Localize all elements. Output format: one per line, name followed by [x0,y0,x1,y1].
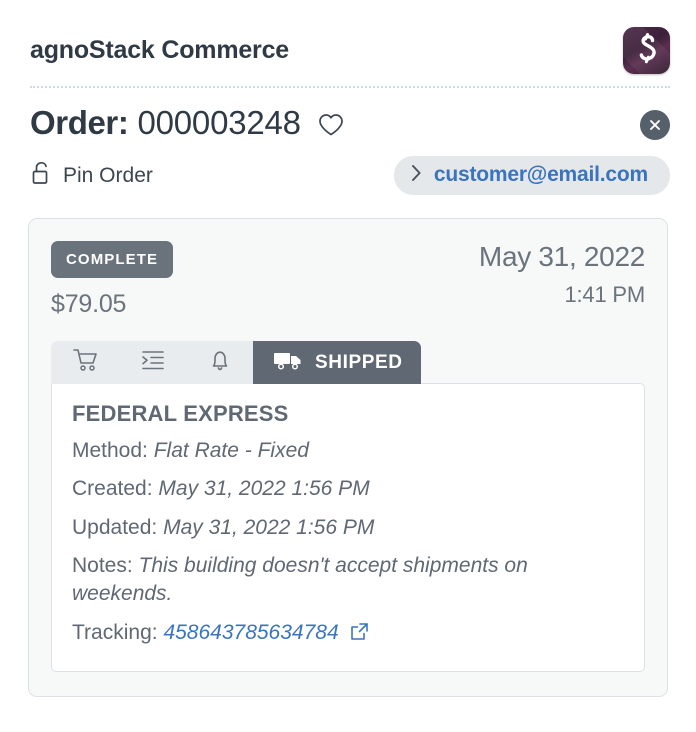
brand-title: agnoStack Commerce [30,35,289,64]
order-total: $79.05 [51,290,127,318]
customer-email-text: customer@email.com [433,163,648,186]
tab-cart[interactable] [51,341,119,384]
tab-items[interactable] [119,341,187,384]
tab-notifications[interactable] [187,341,253,384]
shipment-method-row: Method: Flat Rate - Fixed [72,437,624,465]
carrier-name: FEDERAL EXPRESS [72,401,289,426]
order-summary-right: May 31, 2022 1:41 PM [479,241,645,308]
pin-email-row: Pin Order customer@email.com [0,142,696,195]
pin-order-button[interactable]: Pin Order [30,160,153,191]
shopping-cart-icon [72,348,98,377]
shipment-updated-row: Updated: May 31, 2022 1:56 PM [72,514,624,542]
shipment-tracking-row: Tracking: 458643785634784 [72,619,624,649]
shipment-details-panel: FEDERAL EXPRESS Method: Flat Rate - Fixe… [51,383,645,673]
list-indent-icon [140,348,166,377]
order-date: May 31, 2022 [478,241,645,272]
chevron-right-icon [411,164,422,187]
shipment-tracking-label: Tracking: [72,620,158,644]
tab-shipped-label: SHIPPED [315,351,403,373]
shipment-method-label: Method: [72,439,148,462]
customer-email-link[interactable]: customer@email.com [393,156,670,195]
order-summary-left: COMPLETE $79.05 [51,241,174,319]
order-tabs: SHIPPED [51,341,645,384]
order-summary-card: COMPLETE $79.05 May 31, 2022 1:41 PM SHI… [28,218,668,698]
shipment-created-value: May 31, 2022 1:56 PM [158,477,370,501]
shipment-created-label: Created: [72,477,153,501]
shipment-tracking-link[interactable]: 458643785634784 [163,621,338,644]
order-time: 1:41 PM [564,282,645,308]
tab-shipped[interactable]: SHIPPED [253,341,421,384]
external-link-icon[interactable] [350,621,369,649]
shipment-notes-label: Notes: [72,554,133,578]
brand-header: agnoStack Commerce [0,0,696,78]
order-title-group: Order: 000003248 [30,104,344,142]
page-title: Order: [30,104,129,141]
shipment-notes-value: This building doesn't accept shipments o… [72,554,528,606]
unlock-icon [30,160,52,191]
bell-icon [208,348,232,377]
shipment-created-row: Created: May 31, 2022 1:56 PM [72,475,624,503]
order-number: 000003248 [137,104,301,141]
shipment-method-value: Flat Rate - Fixed [153,439,309,462]
close-button[interactable] [640,110,670,140]
order-summary-row: COMPLETE $79.05 May 31, 2022 1:41 PM [51,241,645,319]
order-title-row: Order: 000003248 [0,88,696,142]
pin-order-label: Pin Order [63,163,153,187]
shipment-notes-row: Notes: This building doesn't accept ship… [72,552,624,609]
shipment-updated-label: Updated: [72,515,158,539]
shipment-updated-value: May 31, 2022 1:56 PM [163,515,375,539]
truck-icon [273,349,304,376]
status-badge: COMPLETE [51,241,174,278]
agnostack-logo-icon [623,26,670,74]
heart-icon[interactable] [318,109,344,137]
order-detail-panel: agnoStack Commerce Order: 000003248 Pin … [0,0,696,732]
